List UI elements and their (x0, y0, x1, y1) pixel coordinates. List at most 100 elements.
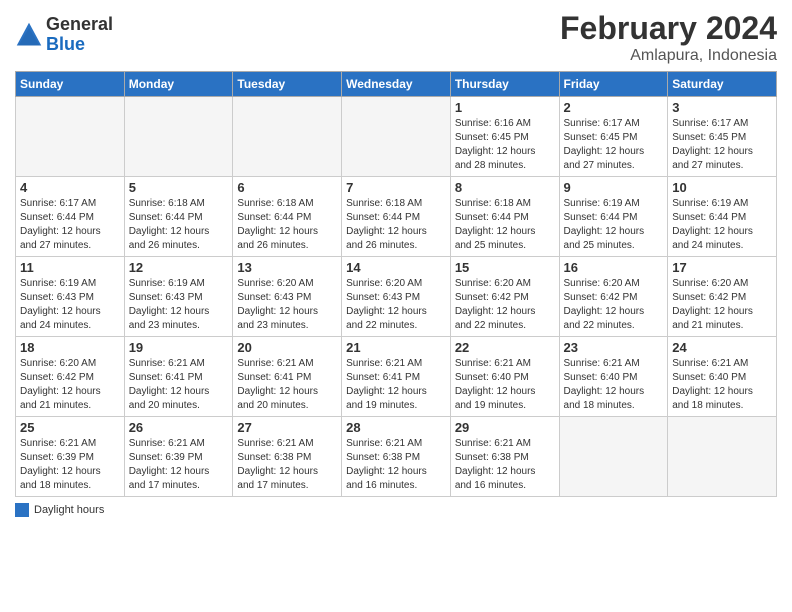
day-info: Sunrise: 6:21 AM Sunset: 6:38 PM Dayligh… (237, 437, 337, 493)
day-number: 1 (455, 100, 555, 115)
day-info: Sunrise: 6:21 AM Sunset: 6:41 PM Dayligh… (129, 357, 229, 413)
day-number: 28 (346, 420, 446, 435)
logo-blue: Blue (46, 35, 113, 55)
day-info: Sunrise: 6:17 AM Sunset: 6:45 PM Dayligh… (564, 117, 664, 173)
day-info: Sunrise: 6:18 AM Sunset: 6:44 PM Dayligh… (237, 197, 337, 253)
day-info: Sunrise: 6:21 AM Sunset: 6:40 PM Dayligh… (564, 357, 664, 413)
calendar-cell: 11 Sunrise: 6:19 AM Sunset: 6:43 PM Dayli… (16, 257, 125, 337)
day-info: Sunrise: 6:17 AM Sunset: 6:44 PM Dayligh… (20, 197, 120, 253)
day-info: Sunrise: 6:20 AM Sunset: 6:42 PM Dayligh… (672, 277, 772, 333)
week-row-2: 11 Sunrise: 6:19 AM Sunset: 6:43 PM Dayli… (16, 257, 777, 337)
calendar-cell (668, 417, 777, 497)
col-header-wednesday: Wednesday (342, 72, 451, 97)
calendar-table: SundayMondayTuesdayWednesdayThursdayFrid… (15, 71, 777, 497)
calendar-cell: 3 Sunrise: 6:17 AM Sunset: 6:45 PM Daylig… (668, 97, 777, 177)
day-info: Sunrise: 6:21 AM Sunset: 6:41 PM Dayligh… (237, 357, 337, 413)
calendar-cell: 5 Sunrise: 6:18 AM Sunset: 6:44 PM Daylig… (124, 177, 233, 257)
col-header-monday: Monday (124, 72, 233, 97)
calendar-cell (124, 97, 233, 177)
col-header-saturday: Saturday (668, 72, 777, 97)
calendar-cell: 8 Sunrise: 6:18 AM Sunset: 6:44 PM Daylig… (450, 177, 559, 257)
calendar-cell: 12 Sunrise: 6:19 AM Sunset: 6:43 PM Dayli… (124, 257, 233, 337)
calendar-cell (233, 97, 342, 177)
day-info: Sunrise: 6:20 AM Sunset: 6:43 PM Dayligh… (346, 277, 446, 333)
day-info: Sunrise: 6:20 AM Sunset: 6:42 PM Dayligh… (455, 277, 555, 333)
calendar-cell: 26Sunrise: 6:21 AM Sunset: 6:39 PM Dayli… (124, 417, 233, 497)
calendar-cell: 18 Sunrise: 6:20 AM Sunset: 6:42 PM Dayli… (16, 337, 125, 417)
day-number: 21 (346, 340, 446, 355)
col-header-thursday: Thursday (450, 72, 559, 97)
day-number: 4 (20, 180, 120, 195)
day-number: 15 (455, 260, 555, 275)
header: General Blue February 2024 Amlapura, Ind… (15, 10, 777, 65)
day-info: Sunrise: 6:18 AM Sunset: 6:44 PM Dayligh… (455, 197, 555, 253)
calendar-cell: 1 Sunrise: 6:16 AM Sunset: 6:45 PM Daylig… (450, 97, 559, 177)
day-info: Sunrise: 6:19 AM Sunset: 6:43 PM Dayligh… (20, 277, 120, 333)
calendar-cell (559, 417, 668, 497)
calendar-cell (16, 97, 125, 177)
day-number: 3 (672, 100, 772, 115)
calendar-cell: 20 Sunrise: 6:21 AM Sunset: 6:41 PM Dayli… (233, 337, 342, 417)
day-number: 25 (20, 420, 120, 435)
main-container: General Blue February 2024 Amlapura, Ind… (0, 0, 792, 527)
day-number: 20 (237, 340, 337, 355)
day-number: 14 (346, 260, 446, 275)
calendar-cell: 15 Sunrise: 6:20 AM Sunset: 6:42 PM Dayli… (450, 257, 559, 337)
day-number: 12 (129, 260, 229, 275)
logo-text: General Blue (46, 15, 113, 55)
day-info: Sunrise: 6:16 AM Sunset: 6:45 PM Dayligh… (455, 117, 555, 173)
month-title: February 2024 (560, 10, 777, 47)
day-info: Sunrise: 6:20 AM Sunset: 6:43 PM Dayligh… (237, 277, 337, 333)
calendar-cell: 22 Sunrise: 6:21 AM Sunset: 6:40 PM Dayli… (450, 337, 559, 417)
day-number: 13 (237, 260, 337, 275)
col-header-friday: Friday (559, 72, 668, 97)
calendar-cell: 13 Sunrise: 6:20 AM Sunset: 6:43 PM Dayli… (233, 257, 342, 337)
calendar-cell: 17Sunrise: 6:20 AM Sunset: 6:42 PM Dayli… (668, 257, 777, 337)
day-number: 11 (20, 260, 120, 275)
day-number: 18 (20, 340, 120, 355)
week-row-4: 25 Sunrise: 6:21 AM Sunset: 6:39 PM Dayli… (16, 417, 777, 497)
day-number: 27 (237, 420, 337, 435)
legend-label: Daylight hours (34, 504, 104, 516)
day-info: Sunrise: 6:21 AM Sunset: 6:38 PM Dayligh… (346, 437, 446, 493)
day-number: 22 (455, 340, 555, 355)
col-header-tuesday: Tuesday (233, 72, 342, 97)
calendar-cell: 2 Sunrise: 6:17 AM Sunset: 6:45 PM Daylig… (559, 97, 668, 177)
day-number: 9 (564, 180, 664, 195)
calendar-cell: 25Sunrise: 6:21 AM Sunset: 6:39 PM Dayli… (16, 417, 125, 497)
day-info: Sunrise: 6:19 AM Sunset: 6:44 PM Dayligh… (564, 197, 664, 253)
day-info: Sunrise: 6:21 AM Sunset: 6:38 PM Dayligh… (455, 437, 555, 493)
calendar-cell (342, 97, 451, 177)
day-number: 19 (129, 340, 229, 355)
day-info: Sunrise: 6:21 AM Sunset: 6:39 PM Dayligh… (129, 437, 229, 493)
logo-general: General (46, 15, 113, 35)
day-info: Sunrise: 6:21 AM Sunset: 6:40 PM Dayligh… (455, 357, 555, 413)
day-number: 7 (346, 180, 446, 195)
calendar-cell: 9 Sunrise: 6:19 AM Sunset: 6:44 PM Daylig… (559, 177, 668, 257)
day-info: Sunrise: 6:20 AM Sunset: 6:42 PM Dayligh… (20, 357, 120, 413)
logo-icon (15, 21, 43, 49)
calendar-cell: 10Sunrise: 6:19 AM Sunset: 6:44 PM Dayli… (668, 177, 777, 257)
logo: General Blue (15, 15, 113, 55)
title-block: February 2024 Amlapura, Indonesia (560, 10, 777, 65)
day-info: Sunrise: 6:18 AM Sunset: 6:44 PM Dayligh… (129, 197, 229, 253)
day-info: Sunrise: 6:18 AM Sunset: 6:44 PM Dayligh… (346, 197, 446, 253)
day-info: Sunrise: 6:19 AM Sunset: 6:43 PM Dayligh… (129, 277, 229, 333)
week-row-1: 4 Sunrise: 6:17 AM Sunset: 6:44 PM Daylig… (16, 177, 777, 257)
header-row: SundayMondayTuesdayWednesdayThursdayFrid… (16, 72, 777, 97)
calendar-cell: 19 Sunrise: 6:21 AM Sunset: 6:41 PM Dayli… (124, 337, 233, 417)
legend-box (15, 503, 29, 517)
day-number: 6 (237, 180, 337, 195)
day-number: 2 (564, 100, 664, 115)
day-number: 5 (129, 180, 229, 195)
day-info: Sunrise: 6:17 AM Sunset: 6:45 PM Dayligh… (672, 117, 772, 173)
calendar-cell: 21 Sunrise: 6:21 AM Sunset: 6:41 PM Dayli… (342, 337, 451, 417)
day-info: Sunrise: 6:21 AM Sunset: 6:40 PM Dayligh… (672, 357, 772, 413)
calendar-cell: 16Sunrise: 6:20 AM Sunset: 6:42 PM Dayli… (559, 257, 668, 337)
day-number: 8 (455, 180, 555, 195)
day-number: 24 (672, 340, 772, 355)
calendar-cell: 27 Sunrise: 6:21 AM Sunset: 6:38 PM Dayli… (233, 417, 342, 497)
day-info: Sunrise: 6:21 AM Sunset: 6:41 PM Dayligh… (346, 357, 446, 413)
calendar-cell: 24 Sunrise: 6:21 AM Sunset: 6:40 PM Dayli… (668, 337, 777, 417)
day-number: 29 (455, 420, 555, 435)
